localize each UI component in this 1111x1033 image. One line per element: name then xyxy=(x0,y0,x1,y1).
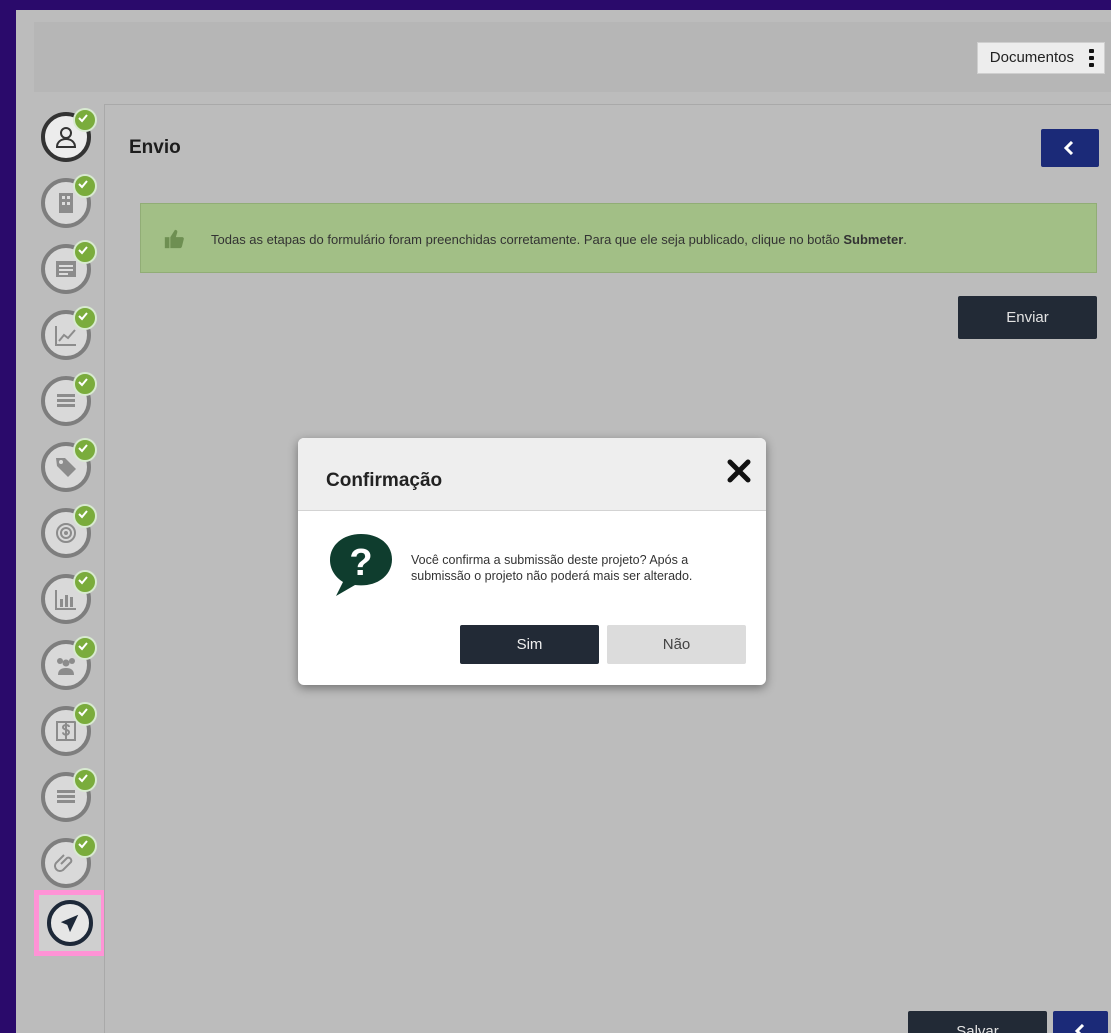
step-send-active[interactable] xyxy=(34,890,106,956)
step-send-circle xyxy=(47,900,93,946)
chart-line-icon xyxy=(55,326,76,346)
confirmation-dialog: Confirmação ? Você confirma a submissão … xyxy=(298,438,766,685)
step-list-2[interactable] xyxy=(41,768,97,822)
bottom-back-button[interactable] xyxy=(1053,1011,1108,1033)
save-button[interactable]: Salvar xyxy=(908,1011,1047,1033)
step-user[interactable] xyxy=(41,108,97,162)
check-icon xyxy=(73,570,97,594)
svg-text:?: ? xyxy=(349,542,372,584)
list-icon xyxy=(57,394,75,407)
bar-chart-icon xyxy=(55,590,76,610)
check-icon xyxy=(73,108,97,132)
send-button[interactable]: Enviar xyxy=(958,296,1097,339)
check-icon xyxy=(73,306,97,330)
check-icon xyxy=(73,834,97,858)
documents-label: Documentos xyxy=(989,49,1074,66)
check-icon xyxy=(73,438,97,462)
alert-text-end: . xyxy=(903,232,907,247)
success-alert: Todas as etapas do formulário foram pree… xyxy=(140,203,1097,273)
check-icon xyxy=(73,372,97,396)
step-form[interactable] xyxy=(41,240,97,294)
kebab-menu-icon xyxy=(1089,49,1094,67)
dialog-title: Confirmação xyxy=(326,470,443,491)
paperclip-icon xyxy=(54,854,73,872)
page-title: Envio xyxy=(129,137,181,158)
check-icon xyxy=(73,702,97,726)
paper-plane-icon xyxy=(60,914,79,933)
building-icon xyxy=(59,193,73,213)
form-icon xyxy=(56,261,76,277)
chevron-left-icon xyxy=(1063,141,1074,155)
chevron-left-icon xyxy=(1074,1024,1085,1033)
alert-bold-text: Submeter xyxy=(843,232,904,247)
top-bar: Documentos xyxy=(34,22,1111,92)
check-icon xyxy=(73,504,97,528)
check-icon xyxy=(73,768,97,792)
steps-sidebar xyxy=(16,100,106,1000)
check-icon xyxy=(73,174,97,198)
alert-text: Todas as etapas do formulário foram pree… xyxy=(211,232,844,247)
step-bar-chart[interactable] xyxy=(41,570,97,624)
list-icon xyxy=(57,790,75,803)
alert-message: Todas as etapas do formulário foram pree… xyxy=(211,232,907,247)
step-list[interactable] xyxy=(41,372,97,426)
check-icon xyxy=(73,636,97,660)
question-bubble-icon: ? xyxy=(330,534,392,596)
documents-button[interactable]: Documentos xyxy=(976,42,1105,74)
check-icon xyxy=(73,240,97,264)
dollar-icon xyxy=(56,721,76,741)
user-icon xyxy=(55,127,77,148)
thumbs-up-icon xyxy=(164,229,184,249)
step-tag[interactable] xyxy=(41,438,97,492)
target-icon xyxy=(56,523,76,543)
confirm-no-button[interactable]: Não xyxy=(607,625,746,664)
dialog-message: Você confirma a submissão deste projeto?… xyxy=(411,553,693,583)
step-building[interactable] xyxy=(41,174,97,228)
back-button[interactable] xyxy=(1041,129,1099,167)
dialog-header: Confirmação xyxy=(298,438,766,511)
close-icon[interactable] xyxy=(726,458,752,484)
confirm-yes-button[interactable]: Sim xyxy=(460,625,599,664)
tag-icon xyxy=(56,458,76,477)
team-icon xyxy=(57,658,75,675)
step-team[interactable] xyxy=(41,636,97,690)
step-target[interactable] xyxy=(41,504,97,558)
step-attachments[interactable] xyxy=(41,834,97,888)
step-budget[interactable] xyxy=(41,702,97,756)
step-chart[interactable] xyxy=(41,306,97,360)
